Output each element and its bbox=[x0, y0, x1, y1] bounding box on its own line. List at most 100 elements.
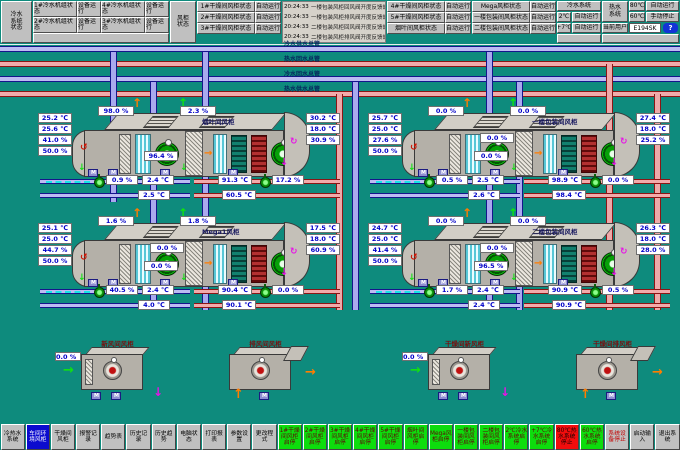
toolbar-button-label: +7℃冷水系统启停 bbox=[530, 428, 552, 446]
alarm-row[interactable]: 20:24:33 一楼包装风柜回风阀开度反馈故障 bbox=[283, 2, 385, 12]
toolbar-button[interactable]: 60℃热水系统启停 bbox=[580, 424, 604, 450]
toolbar-button[interactable]: 2#干燥间风柜启停 bbox=[303, 424, 327, 450]
fan-name-button[interactable]: 2#干燥间风柜状态 bbox=[197, 12, 255, 23]
toolbar-button[interactable]: 车间环境风柜 bbox=[26, 424, 50, 450]
toolbar-button[interactable]: 冷热水系统 bbox=[1, 424, 25, 450]
air-handling-unit: → ↺ ↻ ↑ ↑ 烟叶间风柜 98.0 % 2.3 % 96.4 % bbox=[32, 100, 342, 205]
fan-name-button[interactable]: 二楼包装间风柜状态 bbox=[472, 23, 530, 34]
help-icon[interactable]: ? bbox=[663, 23, 678, 33]
chiller-name-button[interactable]: 1#冷水机组状态 bbox=[33, 1, 77, 17]
toolbar-button-label: 更改程式 bbox=[253, 431, 275, 443]
roof-grille-icon bbox=[473, 226, 509, 238]
current-user-value[interactable]: E194SK bbox=[629, 23, 661, 33]
toolbar-button[interactable]: 启动输入 bbox=[630, 424, 654, 450]
chiller-status-value[interactable]: 设备运行 bbox=[145, 17, 169, 33]
toolbar-button[interactable]: 历史记录 bbox=[126, 424, 150, 450]
toolbar-button[interactable]: 系统设备停止 bbox=[605, 424, 629, 450]
toolbar-button[interactable]: 电脑状态 bbox=[177, 424, 201, 450]
alarm-row[interactable]: 20:24:33 一楼包装风柜排风阀开度反馈故障 bbox=[283, 12, 385, 22]
cold-system-status-2[interactable]: 自动运行 bbox=[572, 23, 601, 33]
toolbar-button[interactable]: 2℃冷水系统启停 bbox=[504, 424, 528, 450]
fan-status-item: 1#干燥间风柜状态 自动运行 bbox=[197, 1, 281, 12]
toolbar-button-label: 2℃冷水系统启停 bbox=[505, 428, 527, 446]
fan-name-button[interactable]: 4#干燥间风柜状态 bbox=[387, 1, 445, 12]
toolbar-button-label: 历史趋势 bbox=[153, 431, 175, 443]
toolbar-button-label: 二楼包装间风柜启停 bbox=[480, 428, 502, 446]
toolbar-button-label: 历史记录 bbox=[127, 431, 149, 443]
return-air-temp-value: 25.7 ℃ bbox=[368, 113, 402, 123]
fan-status-value[interactable]: 自动运行 bbox=[255, 12, 281, 23]
toolbar-button[interactable]: 参数设置 bbox=[227, 424, 251, 450]
alarm-list[interactable]: 20:24:33 一楼包装风柜回风阀开度反馈故障 20:24:33 一楼包装风柜… bbox=[282, 1, 386, 43]
chiller-status-value[interactable]: 设备运行 bbox=[145, 1, 169, 17]
toolbar-button[interactable]: 3#干燥间风柜启停 bbox=[328, 424, 352, 450]
fan-status-item: 二楼包装间风柜状态 自动运行 bbox=[472, 23, 556, 34]
toolbar-button[interactable]: 5#干燥间风柜启停 bbox=[378, 424, 402, 450]
airflow-right-arrow-icon: → bbox=[204, 149, 212, 159]
fan-name-button[interactable]: Mega风柜状态 bbox=[472, 1, 530, 12]
toolbar-button[interactable]: 打印报表 bbox=[202, 424, 226, 450]
airflow-right-arrow-icon: → bbox=[534, 259, 542, 269]
toolbar-button[interactable]: 历史趋势 bbox=[152, 424, 176, 450]
toolbar-button[interactable]: 退出系统 bbox=[655, 424, 679, 450]
fan-name-button[interactable]: 3#干燥间风柜状态 bbox=[197, 23, 255, 34]
toolbar-button-label: 一楼包装间风柜启停 bbox=[455, 428, 477, 446]
toolbar-button[interactable]: 干燥间风柜 bbox=[51, 424, 75, 450]
fan-status-value[interactable]: 自动运行 bbox=[530, 23, 556, 34]
small-fan-unit: 新风间风柜 0.0 % → ↓ → ↑ bbox=[55, 338, 180, 416]
exhaust-down-arrow-icon: ↓ bbox=[280, 158, 288, 168]
toolbar-button-label: 系统设备停止 bbox=[606, 431, 628, 443]
flow-indicator-dashes bbox=[46, 181, 90, 183]
cold-system-status-1[interactable]: 自动运行 bbox=[572, 12, 601, 22]
return-air-temp-value: 25.1 ℃ bbox=[38, 223, 72, 233]
chiller-status-value[interactable]: 设备运行 bbox=[77, 1, 101, 17]
toolbar-button[interactable]: 4#干燥间风柜启停 bbox=[353, 424, 377, 450]
return-air-temp-setpoint: 25.0 ℃ bbox=[368, 234, 402, 244]
hot-water-return-temp: 90.1 ℃ bbox=[222, 300, 256, 310]
toolbar-button[interactable]: 烟叶间风柜启停 bbox=[404, 424, 428, 450]
fan-status-value[interactable]: 自动运行 bbox=[445, 12, 471, 23]
hot-water-supply-temp: 91.3 ℃ bbox=[218, 175, 252, 185]
exhaust-swirl-icon: ↻ bbox=[620, 248, 628, 257]
toolbar-button[interactable]: 1#干燥间风柜启停 bbox=[278, 424, 302, 450]
alarm-time: 20:24:33 bbox=[283, 4, 311, 10]
toolbar-button[interactable]: 80℃热水系统停止 bbox=[555, 424, 579, 450]
hot-system-status-1[interactable]: 自动运行 bbox=[646, 1, 679, 11]
fan-name-button[interactable]: 烟叶间风柜状态 bbox=[387, 23, 445, 34]
chiller-status-value[interactable]: 设备运行 bbox=[77, 17, 101, 33]
fan-status-value[interactable]: 自动运行 bbox=[530, 1, 556, 12]
toolbar-button[interactable]: Mega风柜启停 bbox=[429, 424, 453, 450]
return-air-swirl-icon: ↺ bbox=[80, 254, 88, 263]
fan-name-button[interactable]: 一楼包装间风柜状态 bbox=[472, 12, 530, 23]
toolbar-button[interactable]: 二楼包装间风柜启停 bbox=[479, 424, 503, 450]
fan-status-value[interactable]: 自动运行 bbox=[445, 1, 471, 12]
hot-system-status-2[interactable]: 手动停止 bbox=[646, 12, 679, 22]
heating-coil-icon bbox=[581, 245, 597, 283]
toolbar-button[interactable]: 更改程式 bbox=[252, 424, 276, 450]
toolbar-button[interactable]: +7℃冷水系统启停 bbox=[529, 424, 553, 450]
chilled-water-supply-temp: 2.4 ℃ bbox=[472, 285, 504, 295]
fan-name-button[interactable]: 5#干燥间风柜状态 bbox=[387, 12, 445, 23]
fan-status-value[interactable]: 自动运行 bbox=[255, 1, 281, 12]
chilled-water-valve-icon bbox=[424, 287, 435, 298]
toolbar-button-label: 干燥间风柜 bbox=[52, 431, 74, 443]
return-air-swirl-icon: ↺ bbox=[410, 144, 418, 153]
chiller-name-button[interactable]: 3#冷水机组状态 bbox=[101, 17, 145, 33]
alarm-row[interactable]: 20:24:33 二楼包装风柜回风阀开度反馈故障 bbox=[283, 22, 385, 32]
chiller-name-button[interactable]: 4#冷水机组状态 bbox=[101, 1, 145, 17]
damper-motor-icon bbox=[88, 279, 98, 287]
toolbar-button[interactable]: 趋势表 bbox=[101, 424, 125, 450]
filter-section-icon bbox=[119, 244, 131, 284]
fan-status-value[interactable]: 自动运行 bbox=[530, 12, 556, 23]
chiller-name-button[interactable]: 2#冷水机组状态 bbox=[33, 17, 77, 33]
return-damper-value: 96.4 % bbox=[144, 151, 178, 161]
toolbar-button[interactable]: 报警记录 bbox=[76, 424, 100, 450]
return-air-temp-setpoint: 25.0 ℃ bbox=[368, 124, 402, 134]
chilled-water-valve-value: 1.7 % bbox=[436, 285, 468, 295]
toolbar-button[interactable]: 一楼包装间风柜启停 bbox=[454, 424, 478, 450]
fan-status-value[interactable]: 自动运行 bbox=[255, 23, 281, 34]
fan-status-value[interactable]: 自动运行 bbox=[445, 23, 471, 34]
supply-air-temp-setpoint: 18.0 ℃ bbox=[636, 234, 670, 244]
unit-name-label: 烟叶间风柜 bbox=[202, 116, 280, 126]
fan-name-button[interactable]: 1#干燥间风柜状态 bbox=[197, 1, 255, 12]
